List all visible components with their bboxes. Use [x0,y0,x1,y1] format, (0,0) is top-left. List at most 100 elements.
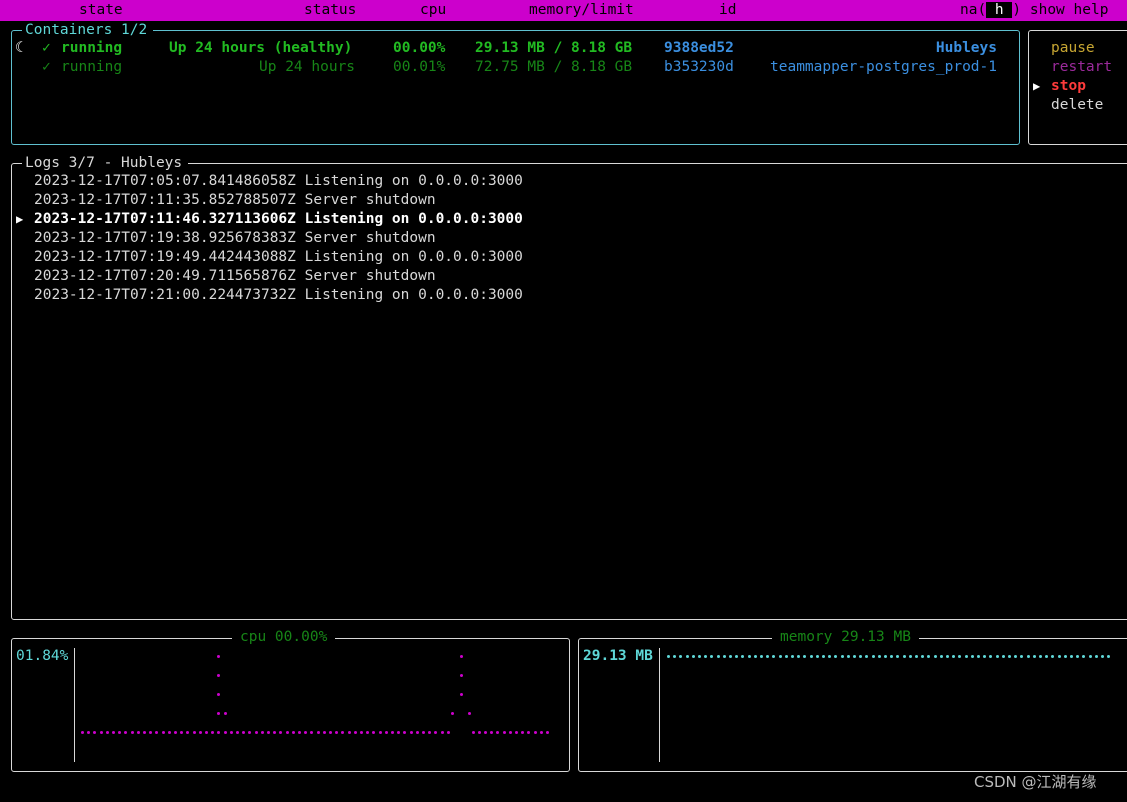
graph-dot [1027,655,1030,658]
graph-dot [434,731,437,734]
graph-dot [834,655,837,658]
graph-dot [903,655,906,658]
watermark: CSDN @江湖有缘 [974,773,1097,791]
log-line[interactable]: 2023-12-17T07:19:49.442443088Z Listening… [34,248,523,267]
help-hint[interactable]: na( h ) show help [960,1,1108,20]
graph-dot [385,731,388,734]
header-cpu[interactable]: cpu [420,1,446,20]
graph-dot [822,655,825,658]
graph-dot [940,655,943,658]
graph-dot [286,731,289,734]
graph-dot [341,731,344,734]
header-memory[interactable]: memory/limit [529,1,634,20]
log-line-selected[interactable]: 2023-12-17T07:11:46.327113606Z Listening… [34,210,523,229]
graph-dot [335,731,338,734]
graph-dot [193,731,196,734]
graph-dot [946,655,949,658]
containers-panel-title: Containers 1/2 [22,21,154,39]
graph-dot [859,655,862,658]
graph-dot [292,731,295,734]
graph-dot [217,674,220,677]
graph-dot [329,731,332,734]
graph-dot [348,731,351,734]
graph-dot [729,655,732,658]
container-cpu: 00.01% [393,59,446,75]
container-memory: 72.75 MB / 8.18 GB [475,59,633,75]
graph-dot [403,731,406,734]
log-line[interactable]: 2023-12-17T07:19:38.925678383Z Server sh… [34,229,436,248]
graph-dot [1045,655,1048,658]
command-restart[interactable]: restart [1051,58,1112,77]
container-state: running [61,40,123,56]
command-pause[interactable]: pause [1051,39,1095,58]
graph-dot [1064,655,1067,658]
graph-dot [509,731,512,734]
log-line[interactable]: 2023-12-17T07:21:00.224473732Z Listening… [34,286,523,305]
graph-dot [397,731,400,734]
graph-dot [810,655,813,658]
graph-dot [673,655,676,658]
graph-dot [236,731,239,734]
graph-dot [896,655,899,658]
help-key: h [986,2,1013,18]
graph-dot [828,655,831,658]
graph-dot [217,712,220,715]
header-status[interactable]: status [304,1,356,20]
help-suffix: ) show help [1012,2,1109,18]
graph-dot [100,731,103,734]
graph-dot [748,655,751,658]
graph-dot [1070,655,1073,658]
graph-dot [1089,655,1092,658]
cpu-chart-panel [11,638,570,772]
graph-dot [989,655,992,658]
graph-dot [224,731,227,734]
graph-dot [791,655,794,658]
graph-dot [546,731,549,734]
graph-dot [137,731,140,734]
header-state[interactable]: state [79,1,123,20]
graph-dot [741,655,744,658]
graph-dot [996,655,999,658]
graph-dot [927,655,930,658]
graph-dot [934,655,937,658]
container-status: Up 24 hours (healthy) [169,40,353,56]
graph-dot [186,731,189,734]
graph-dot [422,731,425,734]
graph-dot [211,731,214,734]
command-delete[interactable]: delete [1051,96,1103,115]
command-stop[interactable]: stop [1051,77,1086,96]
graph-dot [379,731,382,734]
cpu-max-label: 01.84% [16,648,69,664]
graph-dot [785,655,788,658]
log-line[interactable]: 2023-12-17T07:05:07.841486058Z Listening… [34,172,523,191]
graph-dot [372,731,375,734]
graph-dot [162,731,165,734]
graph-dot [983,655,986,658]
graph-dot [447,731,450,734]
graph-dot [909,655,912,658]
log-line[interactable]: 2023-12-17T07:11:35.852788507Z Server sh… [34,191,436,210]
graph-dot [710,655,713,658]
graph-dot [958,655,961,658]
command-pointer-icon: ▶ [1033,79,1041,93]
graph-dot [515,731,518,734]
graph-dot [717,655,720,658]
header-id[interactable]: id [719,1,736,20]
graph-dot [735,655,738,658]
graph-dot [391,731,394,734]
graph-dot [779,655,782,658]
log-line[interactable]: 2023-12-17T07:20:49.711565876Z Server sh… [34,267,436,286]
logs-panel-title: Logs 3/7 - Hubleys [22,154,189,172]
graph-dot [915,655,918,658]
graph-dot [124,731,127,734]
graph-dot [174,731,177,734]
graph-dot [112,731,115,734]
memory-chart-title: memory 29.13 MB [772,628,919,647]
graph-dot [217,693,220,696]
graph-dot [230,731,233,734]
container-state: running [61,59,123,75]
container-id: 9388ed52 [664,40,734,56]
column-header-bar: state status cpu memory/limit id na( h )… [0,0,1127,21]
graph-dot [217,731,220,734]
graph-dot [884,655,887,658]
